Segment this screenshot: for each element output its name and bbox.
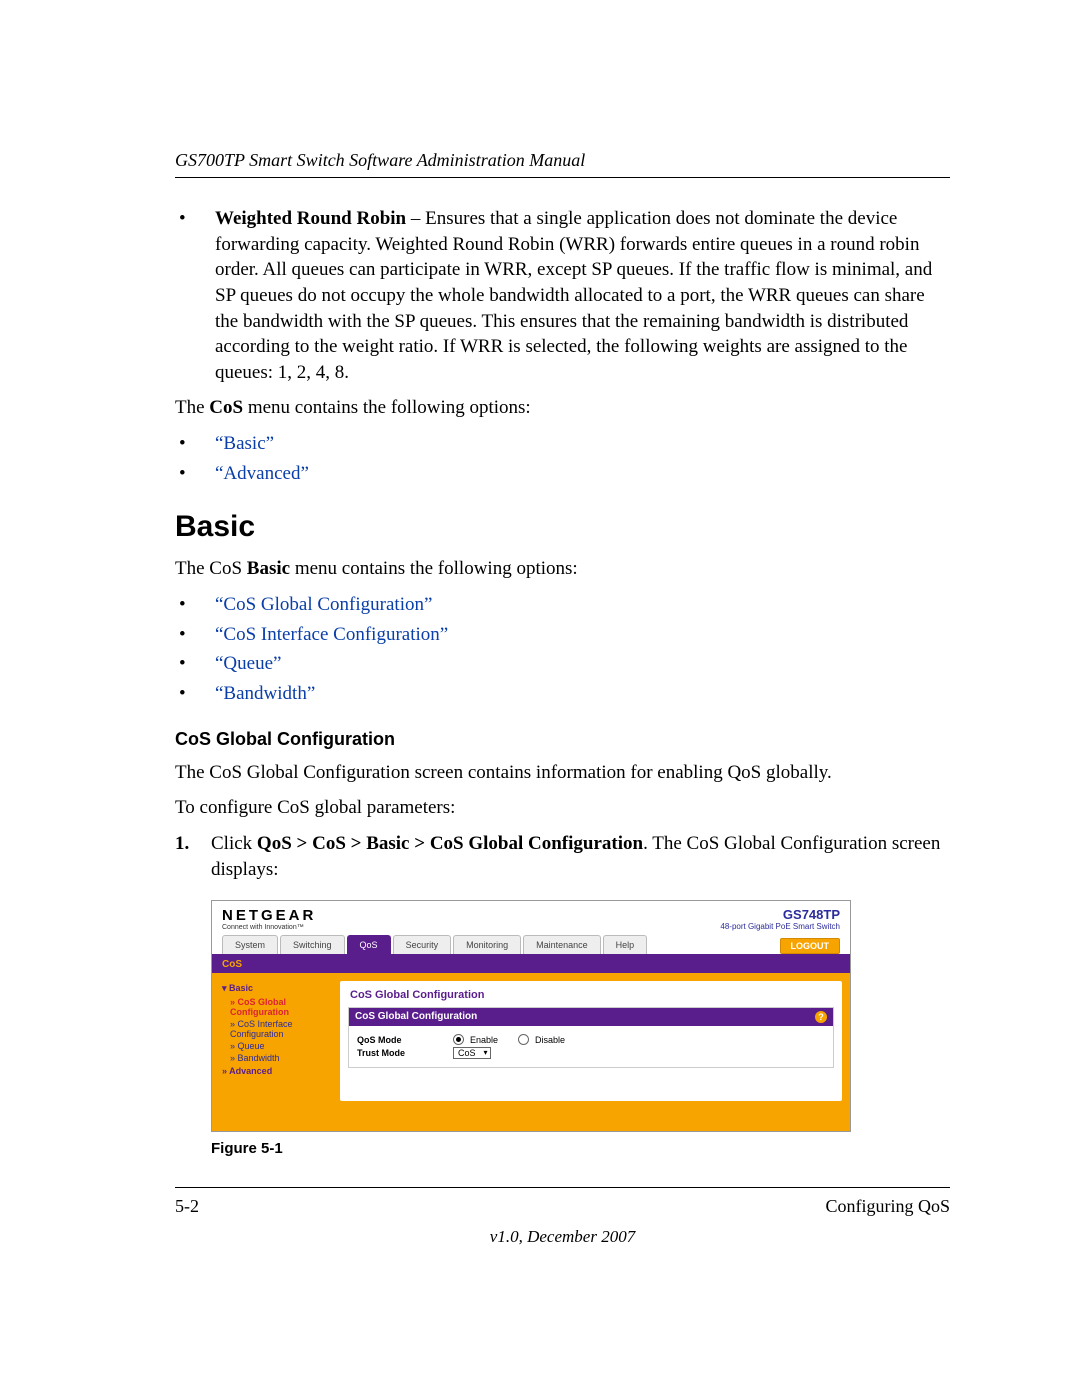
radio-enable-label: Enable <box>470 1035 498 1045</box>
step-number: 1. <box>175 831 211 857</box>
link-bandwidth[interactable]: “Bandwidth” <box>215 683 315 704</box>
list-item: • “Bandwidth” <box>175 681 950 707</box>
link-cos-global-config[interactable]: “CoS Global Configuration” <box>215 594 432 615</box>
bullet-mark: • <box>175 622 215 648</box>
step1-pre: Click <box>211 833 257 854</box>
bullet-mark: • <box>175 461 215 487</box>
sidebar-head-basic[interactable]: ▾ Basic <box>220 981 332 996</box>
cos-menu-intro: The CoS menu contains the following opti… <box>175 395 950 421</box>
list-item: • “Advanced” <box>175 461 950 487</box>
footer-rule <box>175 1187 950 1188</box>
list-item: • “CoS Global Configuration” <box>175 592 950 618</box>
device-header: NETGEAR Connect with Innovation™ GS748TP… <box>212 901 850 935</box>
cos-global-steps-intro: To configure CoS global parameters: <box>175 795 950 821</box>
wrr-term: Weighted Round Robin <box>215 208 406 229</box>
basic-intro: The CoS Basic menu contains the followin… <box>175 556 950 582</box>
basic-intro-pre: The CoS <box>175 558 247 579</box>
wrr-text: – Ensures that a single application does… <box>215 208 932 383</box>
page-footer: 5-2 Configuring QoS v1.0, December 2007 <box>175 1187 950 1247</box>
logout-button[interactable]: LOGOUT <box>780 938 841 954</box>
list-item: • “Queue” <box>175 651 950 677</box>
radio-disable-label: Disable <box>535 1035 565 1045</box>
content-panel: CoS Global Configuration CoS Global Conf… <box>340 981 842 1101</box>
bullet-mark: • <box>175 681 215 707</box>
sidebar-item-cos-global[interactable]: » CoS Global Configuration <box>220 996 332 1018</box>
bullet-mark: • <box>175 592 215 618</box>
main-tabs: System Switching QoS Security Monitoring… <box>212 935 850 956</box>
tab-help[interactable]: Help <box>603 935 648 954</box>
footer-section: Configuring QoS <box>825 1196 950 1217</box>
row-trust-mode: Trust Mode CoS <box>357 1047 825 1059</box>
bullet-mark: • <box>175 431 215 457</box>
link-cos-interface-config[interactable]: “CoS Interface Configuration” <box>215 624 448 645</box>
panel-body: QoS Mode Enable Disable Trust Mode CoS <box>349 1026 833 1067</box>
subtab-cos[interactable]: CoS <box>212 956 850 973</box>
label-trust-mode: Trust Mode <box>357 1048 447 1058</box>
model-tagline: 48-port Gigabit PoE Smart Switch <box>720 922 840 931</box>
sidebar-item-queue[interactable]: » Queue <box>220 1040 332 1052</box>
panel-title: CoS Global Configuration <box>348 987 834 1007</box>
bullet-mark: • <box>175 206 215 232</box>
tab-qos[interactable]: QoS <box>347 935 391 954</box>
netgear-logo: NETGEAR <box>222 907 316 924</box>
panel-head: CoS Global Configuration ? <box>349 1008 833 1026</box>
tab-maintenance[interactable]: Maintenance <box>523 935 601 954</box>
logo-tagline: Connect with Innovation™ <box>222 924 316 931</box>
device-body: ▾ Basic » CoS Global Configuration » CoS… <box>212 973 850 1131</box>
footer-version: v1.0, December 2007 <box>175 1227 950 1247</box>
link-advanced[interactable]: “Advanced” <box>215 463 309 484</box>
tab-system[interactable]: System <box>222 935 278 954</box>
footer-row: 5-2 Configuring QoS <box>175 1196 950 1217</box>
model-number: GS748TP <box>720 907 840 922</box>
link-queue[interactable]: “Queue” <box>215 653 281 674</box>
step-body: Click QoS > CoS > Basic > CoS Global Con… <box>211 831 950 882</box>
figure-caption: Figure 5-1 <box>211 1140 950 1157</box>
panel-head-label: CoS Global Configuration <box>355 1011 477 1023</box>
sidebar-group-basic: ▾ Basic » CoS Global Configuration » CoS… <box>220 981 332 1064</box>
step1-bold: QoS > CoS > Basic > CoS Global Configura… <box>257 833 643 854</box>
document-page: GS700TP Smart Switch Software Administra… <box>0 0 1080 1397</box>
cos-intro-bold: CoS <box>209 397 243 418</box>
tab-security[interactable]: Security <box>393 935 452 954</box>
label-qos-mode: QoS Mode <box>357 1035 447 1045</box>
brand: NETGEAR Connect with Innovation™ <box>222 907 316 931</box>
help-icon[interactable]: ? <box>815 1011 827 1023</box>
sidebar-head-advanced[interactable]: » Advanced <box>220 1064 332 1078</box>
tab-monitoring[interactable]: Monitoring <box>453 935 521 954</box>
bullet-body: “Basic” <box>215 431 950 457</box>
heading-basic: Basic <box>175 510 950 544</box>
header-rule <box>175 177 950 178</box>
cos-intro-post: menu contains the following options: <box>243 397 531 418</box>
cos-global-desc: The CoS Global Configuration screen cont… <box>175 760 950 786</box>
running-header: GS700TP Smart Switch Software Administra… <box>175 150 950 171</box>
bullet-body: Weighted Round Robin – Ensures that a si… <box>215 206 950 385</box>
link-basic[interactable]: “Basic” <box>215 433 274 454</box>
radio-disable[interactable] <box>518 1034 529 1045</box>
bullet-body: “Advanced” <box>215 461 950 487</box>
config-panel: CoS Global Configuration ? QoS Mode Enab… <box>348 1007 834 1068</box>
list-item: • “Basic” <box>175 431 950 457</box>
sidebar: ▾ Basic » CoS Global Configuration » CoS… <box>220 981 332 1101</box>
basic-intro-bold: Basic <box>247 558 290 579</box>
heading-cos-global-config: CoS Global Configuration <box>175 729 950 750</box>
sidebar-item-cos-interface[interactable]: » CoS Interface Configuration <box>220 1018 332 1040</box>
select-trust-mode[interactable]: CoS <box>453 1047 491 1059</box>
bullet-wrr: • Weighted Round Robin – Ensures that a … <box>175 206 950 385</box>
tab-switching[interactable]: Switching <box>280 935 345 954</box>
row-qos-mode: QoS Mode Enable Disable <box>357 1034 825 1045</box>
model-info: GS748TP 48-port Gigabit PoE Smart Switch <box>720 907 840 931</box>
cos-intro-pre: The <box>175 397 209 418</box>
bullet-mark: • <box>175 651 215 677</box>
list-item: • “CoS Interface Configuration” <box>175 622 950 648</box>
step-1: 1. Click QoS > CoS > Basic > CoS Global … <box>175 831 950 882</box>
radio-enable[interactable] <box>453 1034 464 1045</box>
footer-page-num: 5-2 <box>175 1196 199 1217</box>
sidebar-item-bandwidth[interactable]: » Bandwidth <box>220 1052 332 1064</box>
basic-intro-post: menu contains the following options: <box>290 558 578 579</box>
device-ui-screenshot: NETGEAR Connect with Innovation™ GS748TP… <box>211 900 851 1132</box>
